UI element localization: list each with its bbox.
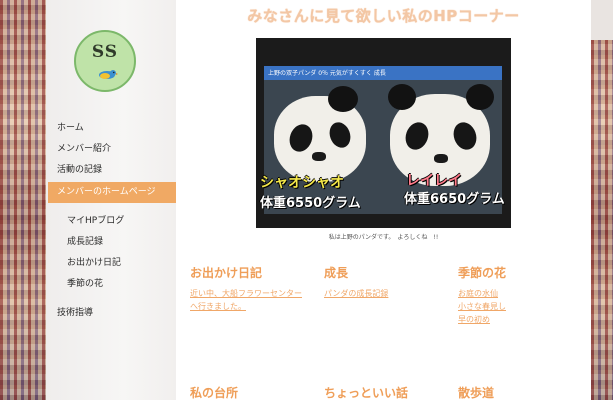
background-texture-right: [591, 0, 613, 400]
sidebar-item-activity[interactable]: 活動の記録: [48, 160, 176, 181]
sidebar-item-growth[interactable]: 成長記録: [48, 232, 176, 253]
background-texture-left: [0, 0, 46, 400]
sidebar-item-home[interactable]: ホーム: [48, 118, 176, 139]
background-window-strip: [591, 0, 613, 40]
page-title: みなさんに見て欲しい私のHPコーナー: [247, 7, 520, 25]
sidebar-item-member-homepages[interactable]: メンバーのホームページ: [48, 182, 176, 203]
section-title: お出かけ日記: [190, 266, 263, 280]
sidebar-item-seasonal-flowers[interactable]: 季節の花: [48, 274, 176, 295]
logo-text: SS: [91, 42, 119, 62]
panda-right-ear-2: [466, 84, 494, 110]
section-my-kitchen: 私の台所: [190, 384, 310, 400]
panda-left-nose: [312, 152, 326, 161]
section-good-stories: ちょっといい話: [324, 384, 444, 400]
section-link[interactable]: お庭の水仙: [458, 287, 578, 300]
panda-left-weight: 体重6550グラム: [260, 196, 361, 211]
sidebar: SS ホーム メンバー紹介 活動の記録 メンバーのホームページ マイHPブログ …: [46, 0, 176, 400]
tv-banner-text: 上野の双子パンダ 0％ 元気がすくすく 成長: [268, 70, 386, 77]
photo-caption: 私は上野のパンダです。 よろしくね !!: [328, 234, 439, 241]
section-title: 散歩道: [458, 386, 495, 400]
section-walking-path: 散歩道: [458, 384, 578, 400]
main-content: みなさんに見て欲しい私のHPコーナー 上野の双子パンダ 0％ 元気がすくすく 成…: [176, 0, 591, 400]
sidebar-item-my-blog[interactable]: マイHPブログ: [48, 211, 176, 232]
sidebar-item-tech-guidance[interactable]: 技術指導: [48, 303, 176, 324]
section-outing-diary: お出かけ日記 近い中、大船フラワーセンターへ行きました。: [190, 264, 310, 313]
panda-right-weight: 体重6650グラム: [404, 192, 505, 207]
section-link[interactable]: 小さな春見し: [458, 300, 578, 313]
section-link[interactable]: 早の初め: [458, 313, 578, 326]
panda-right-ear: [388, 84, 416, 110]
section-title: ちょっといい話: [324, 386, 409, 400]
section-title: 成長: [324, 266, 349, 280]
section-seasonal-flowers: 季節の花 お庭の水仙 小さな春見し 早の初め: [458, 264, 578, 326]
panda-right-nose: [434, 154, 448, 163]
sidebar-nav: ホーム メンバー紹介 活動の記録 メンバーのホームページ マイHPブログ 成長記…: [48, 118, 176, 324]
section-title: 私の台所: [190, 386, 239, 400]
panda-left-ear: [328, 86, 358, 112]
section-growth: 成長 パンダの成長記録: [324, 264, 444, 300]
bird-icon: [99, 70, 118, 79]
section-title: 季節の花: [458, 266, 507, 280]
panda-photo: 上野の双子パンダ 0％ 元気がすくすく 成長 シャオシャオ 体重6550グラム …: [256, 38, 511, 228]
section-link[interactable]: パンダの成長記録: [324, 287, 444, 300]
site-logo[interactable]: SS: [74, 30, 136, 92]
sidebar-item-members[interactable]: メンバー紹介: [48, 139, 176, 160]
panda-right-name: レイレイ: [406, 173, 462, 189]
section-link[interactable]: 近い中、大船フラワーセンターへ行きました。: [190, 287, 308, 313]
sidebar-item-outing-diary[interactable]: お出かけ日記: [48, 253, 176, 274]
panda-left-name: シャオシャオ: [260, 175, 344, 191]
